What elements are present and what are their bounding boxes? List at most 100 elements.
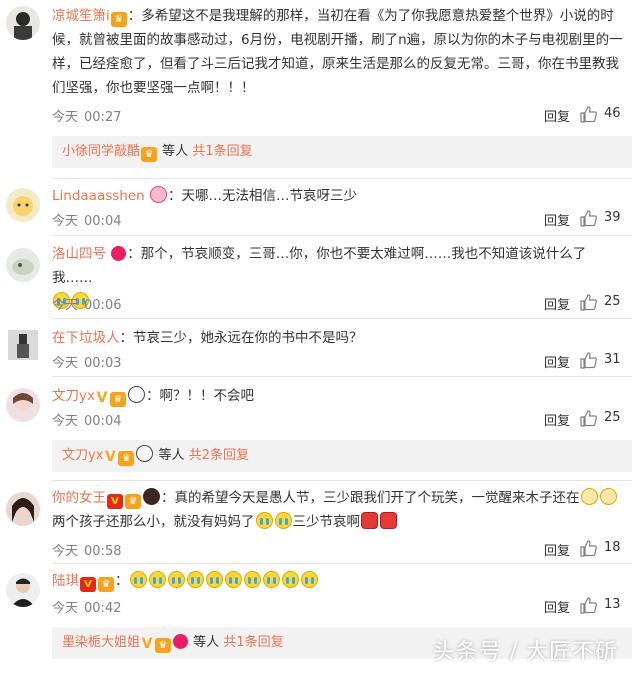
sub-reply-count[interactable]: 共1条回复: [192, 144, 252, 159]
like-count: 31: [604, 352, 621, 367]
time-day: 今天: [52, 214, 79, 229]
sub-reply-user[interactable]: 小徐同学敲酷: [62, 144, 140, 159]
reply-button[interactable]: 回复: [544, 294, 570, 313]
thumbs-up-icon: [580, 294, 597, 311]
watermark: 头条号 / 大匠不斫: [432, 640, 618, 665]
sub-reply-user[interactable]: 墨染栀大姐姐: [62, 635, 140, 650]
comment-text: 文刀yx V ♛ ：啊？！！不会吧: [52, 384, 624, 408]
reply-button[interactable]: 回复: [544, 352, 570, 371]
crying-emoji-icon: [281, 571, 299, 588]
sad-emoji-icon: [580, 488, 598, 505]
panda-emoji-icon: [127, 386, 145, 403]
comment-text: Lindaaasshen ：天哪…无法相信…节哀呀三少: [52, 184, 624, 208]
crying-emoji-icon: [243, 571, 261, 588]
comment-content: ：: [115, 573, 129, 589]
candle-emoji-icon: [361, 512, 378, 529]
comment-content: ：那个，节哀顺变，三哥…你，你也不要太难过啊……我也不知道该说什么了我……: [52, 246, 587, 286]
sub-replies[interactable]: 小徐同学敲酷 ♛ 等人 共1条回复: [52, 136, 632, 168]
comment-meta: 今天 00:04: [52, 210, 121, 229]
reply-button[interactable]: 回复: [544, 410, 570, 429]
time-value: 00:58: [84, 544, 122, 559]
sub-reply-count[interactable]: 共2条回复: [189, 448, 249, 463]
sub-replies[interactable]: 文刀yx V ♛ 等人 共2条回复: [52, 440, 632, 472]
vip-crown-icon: ♛: [141, 147, 158, 162]
username-link[interactable]: 凉城笙箫i: [52, 8, 110, 24]
reply-button[interactable]: 回复: [544, 106, 570, 125]
like-count: 13: [604, 597, 621, 612]
thumbs-up-icon: [580, 540, 597, 557]
crying-emoji-icon: [300, 571, 318, 588]
crying-emoji-icon: [262, 571, 280, 588]
sad-emoji-icon: [599, 488, 617, 505]
heart-emoji-icon: [111, 246, 127, 261]
username-link[interactable]: 你的女王: [52, 490, 106, 506]
comment-text: 在下垃圾人：节哀三少，她永远在你的书中不是吗？: [52, 326, 624, 350]
time-value: 00:04: [84, 414, 122, 429]
verified-v-icon: V: [141, 636, 153, 652]
like-count: 18: [604, 540, 621, 555]
divider: [52, 235, 632, 236]
vip-crown-icon: ♛: [118, 451, 135, 466]
comment-text: 你的女王 V ♛ ：真的希望今天是愚人节，三少跟我们开了个玩笑，一觉醒来木子还在两个孩…: [52, 486, 624, 534]
comment-meta: 今天 00:04: [52, 410, 121, 429]
time-day: 今天: [52, 356, 79, 371]
comment-content: ：真的希望今天是愚人节，三少跟我们开了个玩笑，一觉醒来木子还在: [161, 490, 580, 506]
comment-content: ：天哪…无法相信…节哀呀三少: [168, 188, 357, 204]
avatar[interactable]: [6, 248, 40, 282]
time-day: 今天: [52, 414, 79, 429]
username-link[interactable]: 在下垃圾人: [52, 330, 120, 346]
sub-reply-count[interactable]: 共1条回复: [223, 635, 283, 650]
avatar[interactable]: [6, 6, 40, 40]
pig-emoji-icon: [150, 186, 167, 203]
thumbs-up-icon: [580, 410, 597, 427]
divider: [52, 563, 632, 564]
comment-meta: 今天 00:03: [52, 352, 121, 371]
candle-emoji-icon: [380, 512, 397, 529]
thumbs-up-icon: [580, 106, 597, 123]
thumbs-up-icon: [580, 210, 597, 227]
vip-crown-icon: ♛: [98, 577, 114, 592]
comment-content-3: 三少节哀啊: [292, 514, 361, 530]
divider: [52, 318, 632, 319]
avatar[interactable]: [8, 330, 38, 360]
username-link[interactable]: 洛山四号: [52, 246, 106, 262]
like-count: 39: [604, 210, 621, 225]
sunglasses-emoji-icon: [143, 488, 160, 505]
avatar[interactable]: [6, 388, 40, 422]
time-day: 今天: [52, 298, 79, 313]
comment-text: 陆琪 V ♛：: [52, 569, 624, 593]
time-day: 今天: [52, 544, 79, 559]
heart-emoji-icon: [173, 634, 189, 649]
like-count: 46: [604, 106, 621, 121]
comment-content: ：节哀三少，她永远在你的书中不是吗？: [119, 330, 363, 346]
comment-meta: 今天 00:06: [52, 294, 121, 313]
avatar[interactable]: [6, 573, 40, 607]
username-link[interactable]: 陆琪: [52, 573, 79, 589]
username-link[interactable]: Lindaaasshen: [52, 188, 145, 204]
username-link[interactable]: 文刀yx: [52, 388, 95, 404]
reply-button[interactable]: 回复: [544, 597, 570, 616]
sub-reply-suffix: 等人: [162, 144, 189, 159]
comment-content: ：多希望这不是我理解的那样，当初在看《为了你我愿意热爱整个世界》小说的时候，就曾…: [52, 8, 623, 96]
vip-crown-icon: ♛: [110, 12, 127, 27]
comment-content: ：啊？！！不会吧: [145, 388, 254, 404]
sub-reply-suffix: 等人: [193, 635, 220, 650]
reply-button[interactable]: 回复: [544, 210, 570, 229]
sub-reply-user[interactable]: 文刀yx: [62, 448, 103, 463]
comment-text: 凉城笙箫i ♛ ：多希望这不是我理解的那样，当初在看《为了你我愿意热爱整个世界》小说…: [52, 4, 624, 100]
sub-reply-suffix: 等人: [158, 448, 185, 463]
crying-emoji-icon: [224, 571, 242, 588]
time-day: 今天: [52, 601, 79, 616]
avatar[interactable]: [6, 492, 40, 526]
crying-emoji-icon: [186, 571, 204, 588]
like-count: 25: [604, 294, 621, 309]
time-value: 00:04: [84, 214, 122, 229]
comment-meta: 今天 00:58: [52, 540, 121, 559]
crying-emoji-icon: [205, 571, 223, 588]
reply-button[interactable]: 回复: [544, 540, 570, 559]
crying-emoji-icon: [255, 512, 273, 529]
avatar[interactable]: [6, 188, 40, 222]
panda-emoji-icon: [136, 445, 154, 462]
like-count: 25: [604, 410, 621, 425]
crying-emoji-icon: [129, 571, 147, 588]
